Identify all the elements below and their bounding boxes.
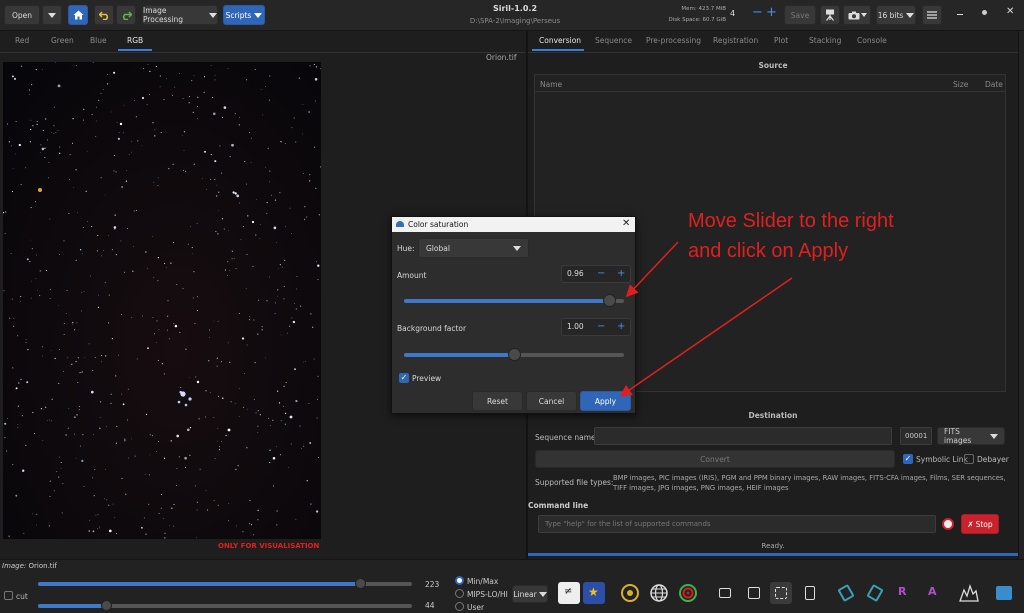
annotation-arrows bbox=[619, 241, 793, 397]
arrow-to-slider bbox=[625, 241, 679, 298]
arrow-to-apply bbox=[619, 277, 793, 397]
